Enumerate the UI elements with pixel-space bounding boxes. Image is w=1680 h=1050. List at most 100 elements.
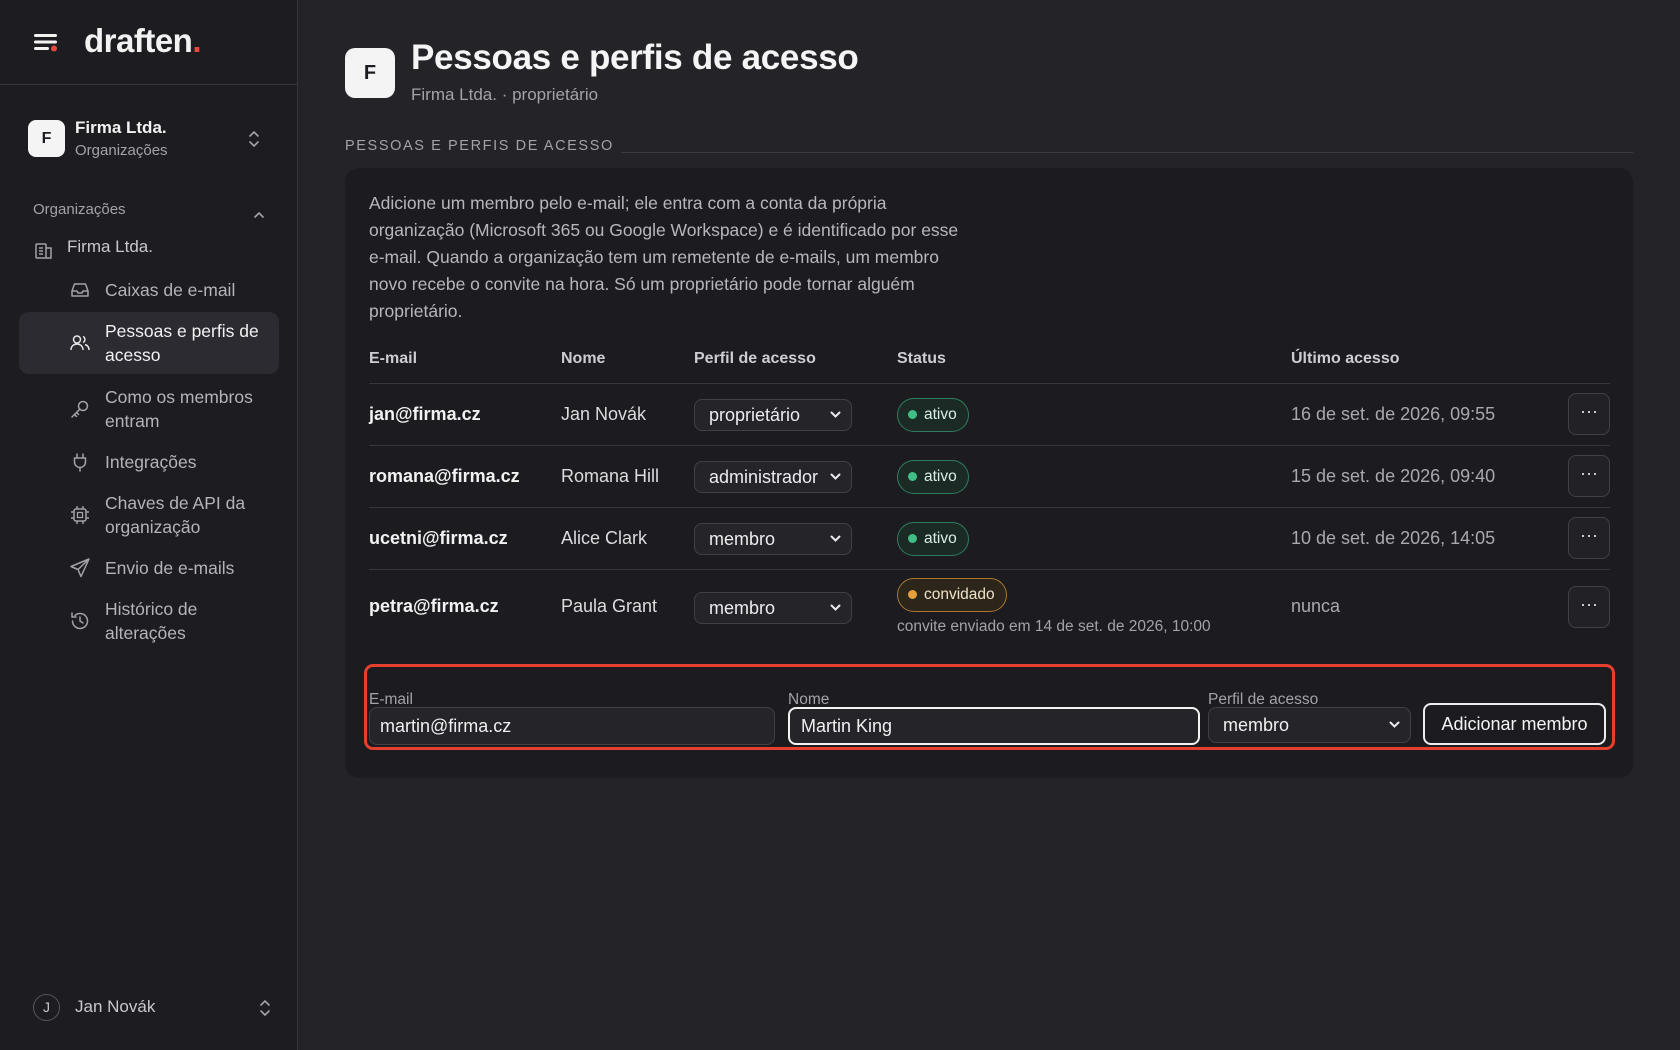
sidebar: draften. F Firma Ltda. Organizações Orga… <box>0 0 298 1050</box>
more-icon: ··· <box>1580 594 1598 614</box>
more-icon: ··· <box>1580 401 1598 421</box>
col-header-status: Status <box>897 350 946 367</box>
send-icon <box>69 557 91 579</box>
last-access: 15 de set. de 2026, 09:40 <box>1291 466 1496 486</box>
status-label: convidado <box>924 586 995 603</box>
chevron-down-icon <box>830 473 841 480</box>
status-badge: ativo <box>897 398 969 432</box>
plug-icon <box>69 451 91 473</box>
sidebar-item-email-sending[interactable]: Envio de e-mails <box>19 548 279 588</box>
chevron-down-icon <box>1389 721 1400 728</box>
role-select-value: administrador <box>709 467 819 487</box>
status-badge: ativo <box>897 460 969 494</box>
role-select-value: membro <box>709 598 776 618</box>
role-select[interactable]: membro <box>694 592 852 624</box>
member-name: Paula Grant <box>561 596 658 616</box>
section-label: PESSOAS E PERFIS DE ACESSO <box>345 138 614 154</box>
add-member-button[interactable]: Adicionar membro <box>1423 703 1606 745</box>
role-select-value: membro <box>709 529 776 549</box>
section-divider <box>621 152 1633 153</box>
email-field[interactable] <box>369 707 775 745</box>
role-select[interactable]: membro <box>694 523 852 555</box>
sidebar-nav: Caixas de e-mail Pessoas e perfis de ace… <box>19 270 279 652</box>
col-header-last-access: Último acesso <box>1291 350 1400 367</box>
role-select[interactable]: administrador <box>694 461 852 493</box>
app-root: draften. F Firma Ltda. Organizações Orga… <box>0 0 1680 1050</box>
chevrons-updown-icon <box>259 999 271 1017</box>
sidebar-section-label: Organizações <box>33 201 126 218</box>
user-switcher[interactable]: J Jan Novák <box>33 994 273 1022</box>
member-name: Jan Novák <box>561 404 647 424</box>
chevron-down-icon <box>830 411 841 418</box>
more-icon: ··· <box>1580 463 1598 483</box>
last-access: 10 de set. de 2026, 14:05 <box>1291 528 1496 548</box>
table-row: ucetni@firma.cz Alice Clark membro ativo… <box>369 508 1610 570</box>
page-title: Pessoas e perfis de acesso <box>411 38 859 77</box>
last-access: nunca <box>1291 596 1341 616</box>
chevron-down-icon <box>830 535 841 542</box>
row-actions-button[interactable]: ··· <box>1568 455 1610 497</box>
member-name: Alice Clark <box>561 528 648 548</box>
chip-icon <box>69 504 91 526</box>
brand-bar: draften. <box>0 0 298 85</box>
col-header-email: E-mail <box>369 350 418 367</box>
user-name: Jan Novák <box>75 997 156 1016</box>
sidebar-item-integrations[interactable]: Integrações <box>19 442 279 482</box>
status-label: ativo <box>924 468 957 485</box>
brand-dot: . <box>192 22 202 59</box>
role-select[interactable]: proprietário <box>694 399 852 431</box>
users-icon <box>69 332 91 354</box>
chevron-down-icon <box>830 604 841 611</box>
status-dot <box>908 590 917 599</box>
new-member-role-select[interactable]: membro <box>1208 707 1411 743</box>
menu-icon[interactable] <box>33 31 59 53</box>
status-dot <box>908 472 917 481</box>
last-access: 16 de set. de 2026, 09:55 <box>1291 404 1496 424</box>
table-row: petra@firma.cz Paula Grant membro convid… <box>369 570 1610 650</box>
table-row: jan@firma.cz Jan Novák proprietário ativ… <box>369 384 1610 446</box>
row-actions-button[interactable]: ··· <box>1568 393 1610 435</box>
role-select-value: membro <box>1223 715 1290 735</box>
sidebar-org-label: Firma Ltda. <box>67 237 153 256</box>
org-switcher-subtitle: Organizações <box>75 142 168 159</box>
brand-logo[interactable]: draften. <box>84 22 201 60</box>
members-card: Adicione um membro pelo e-mail; ele entr… <box>345 168 1633 778</box>
intro-text: Adicione um membro pelo e-mail; ele entr… <box>369 193 959 321</box>
table-row: romana@firma.cz Romana Hill administrado… <box>369 446 1610 508</box>
sidebar-section-organizations[interactable]: Organizações <box>33 201 265 221</box>
status-badge: ativo <box>897 522 969 556</box>
member-email: romana@firma.cz <box>369 466 520 486</box>
row-actions-button[interactable]: ··· <box>1568 586 1610 628</box>
col-header-name: Nome <box>561 350 606 367</box>
status-label: ativo <box>924 530 957 547</box>
role-select-value: proprietário <box>709 405 801 425</box>
user-avatar: J <box>33 994 60 1021</box>
col-header-role: Perfil de acesso <box>694 350 816 367</box>
sidebar-item-history[interactable]: Histórico de alterações <box>19 590 279 652</box>
org-avatar: F <box>28 120 65 157</box>
member-email: ucetni@firma.cz <box>369 528 508 548</box>
invite-note: convite enviado em 14 de set. de 2026, 1… <box>897 618 1211 635</box>
page-org-avatar: F <box>345 48 395 98</box>
inbox-icon <box>69 279 91 301</box>
sidebar-item-mailboxes[interactable]: Caixas de e-mail <box>19 270 279 310</box>
sidebar-item-sign-in[interactable]: Como os membros entram <box>19 378 279 440</box>
status-dot <box>908 534 917 543</box>
member-name: Romana Hill <box>561 466 660 486</box>
org-switcher-name: Firma Ltda. <box>75 118 167 137</box>
sidebar-item-api-keys[interactable]: Chaves de API da organização <box>19 484 279 546</box>
more-icon: ··· <box>1580 525 1598 545</box>
org-switcher[interactable]: F Firma Ltda. Organizações <box>28 118 278 162</box>
member-email: jan@firma.cz <box>369 404 481 424</box>
sidebar-item-label: Chaves de API da organização <box>105 493 246 537</box>
brand-name: draften <box>84 22 193 59</box>
name-field[interactable] <box>788 707 1200 745</box>
sidebar-item-label: Como os membros entram <box>105 387 253 431</box>
sidebar-item-people[interactable]: Pessoas e perfis de acesso <box>19 312 279 374</box>
sidebar-item-label: Envio de e-mails <box>105 558 235 578</box>
chevrons-updown-icon <box>248 130 260 148</box>
sidebar-item-label: Pessoas e perfis de acesso <box>105 321 259 365</box>
history-icon <box>69 610 91 632</box>
row-actions-button[interactable]: ··· <box>1568 517 1610 559</box>
page-subtitle: Firma Ltda. · proprietário <box>411 85 599 104</box>
